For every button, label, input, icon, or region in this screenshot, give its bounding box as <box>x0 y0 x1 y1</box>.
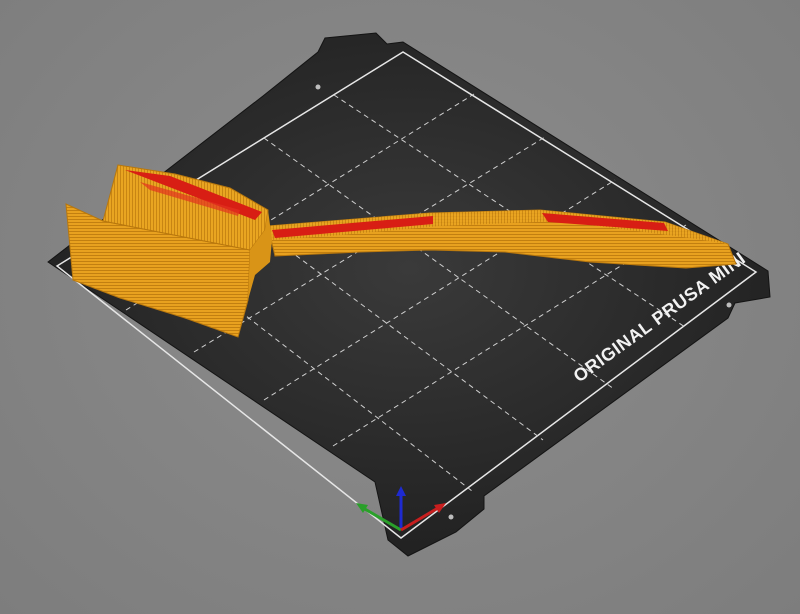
bed-hole <box>315 84 321 90</box>
scene-canvas[interactable]: ORIGINAL PRUSA MINI <box>0 0 800 614</box>
3d-viewport[interactable]: ORIGINAL PRUSA MINI <box>0 0 800 614</box>
bed-hole <box>726 302 732 308</box>
bed-hole <box>448 514 454 520</box>
